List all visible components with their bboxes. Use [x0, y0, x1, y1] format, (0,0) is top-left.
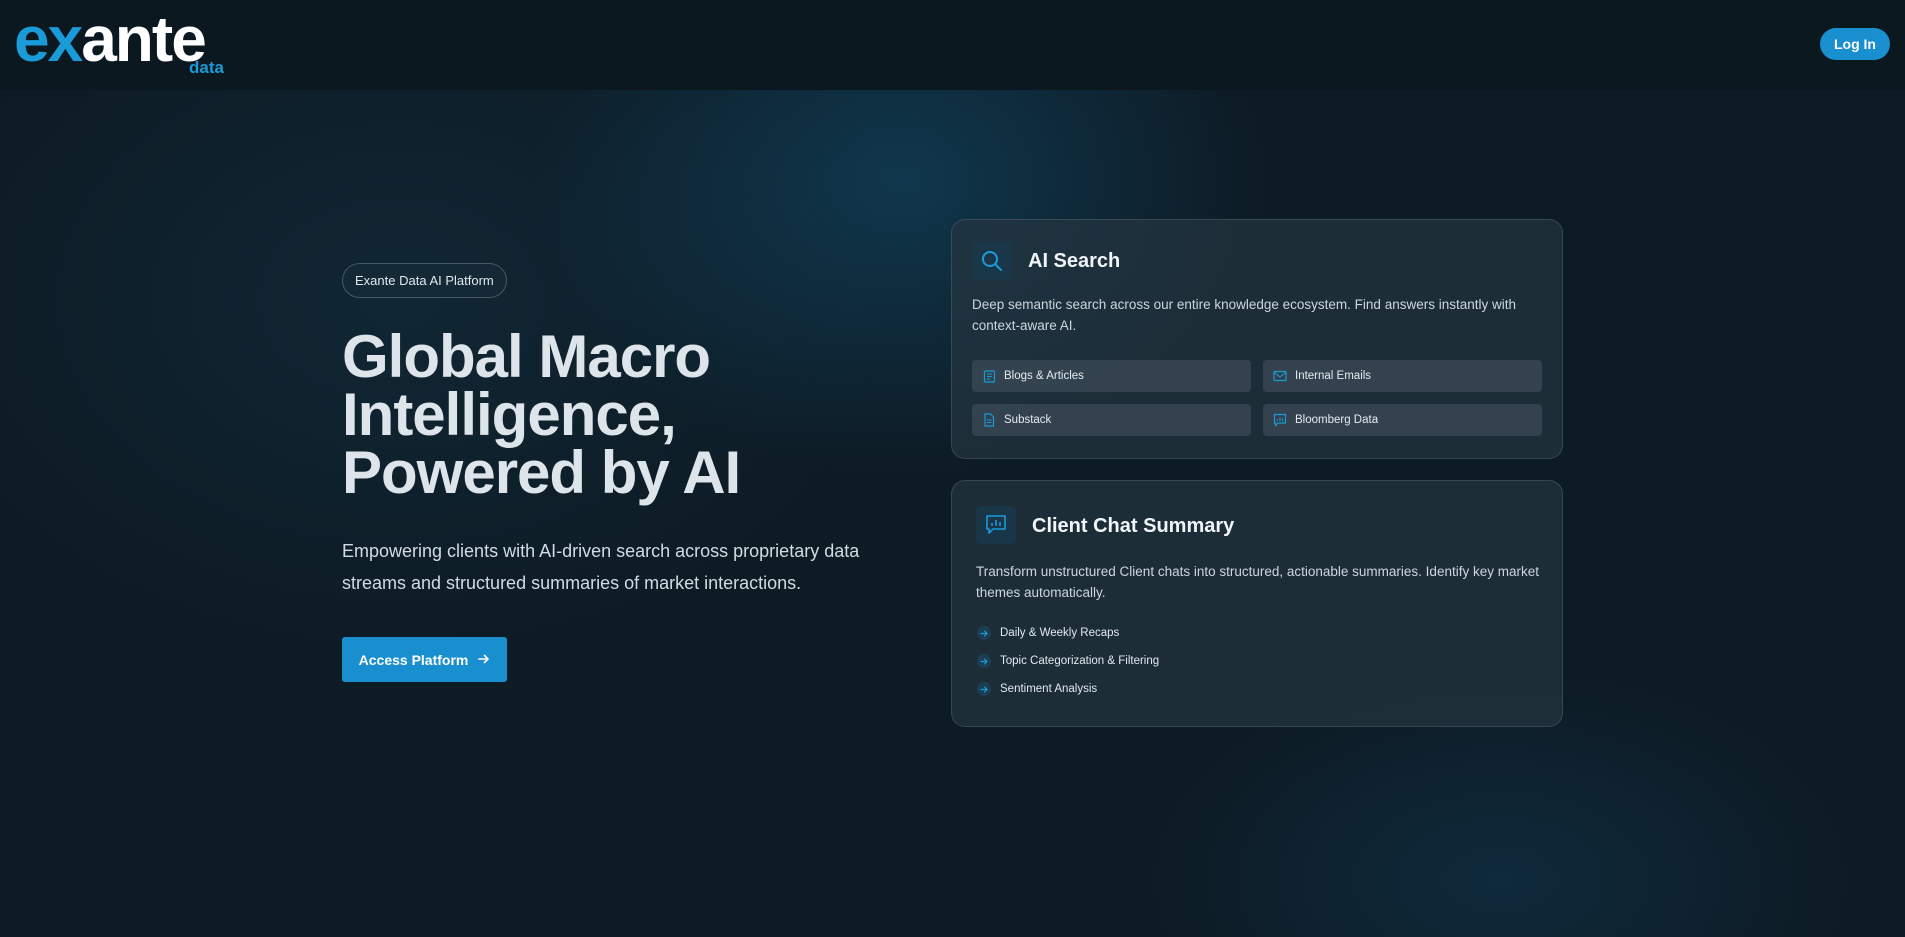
landing-page: exante data Log In Exante Data AI Platfo… [0, 0, 1905, 937]
feature-label: Sentiment Analysis [1000, 683, 1098, 695]
client-chat-summary-card: Client Chat Summary Transform unstructur… [951, 480, 1563, 727]
source-chip-label: Substack [1004, 414, 1052, 426]
source-chip-blogs[interactable]: Blogs & Articles [972, 360, 1251, 392]
source-chip-bloomberg[interactable]: Bloomberg Data [1263, 404, 1542, 436]
client-chat-description: Transform unstructured Client chats into… [976, 564, 1539, 600]
chat-chart-icon [976, 506, 1016, 544]
hero-title-line: Powered by AI [342, 439, 741, 506]
client-chat-title: Client Chat Summary [1032, 515, 1235, 537]
logo-subtext: data [189, 58, 224, 77]
hero-title-line: Intelligence, [342, 381, 677, 448]
feature-item: Daily & Weekly Recaps [977, 626, 1119, 640]
article-icon [982, 369, 996, 383]
logo-wordmark: exante [14, 3, 207, 75]
source-chip-label: Blogs & Articles [1004, 370, 1084, 382]
feature-label: Topic Categorization & Filtering [1000, 655, 1160, 667]
arrow-right-icon [977, 682, 991, 696]
exante-data-logo[interactable]: exante data [14, 4, 224, 78]
arrow-right-icon [478, 652, 490, 668]
source-chip-label: Bloomberg Data [1295, 414, 1379, 426]
ai-search-title: AI Search [1028, 250, 1121, 272]
access-platform-label: Access Platform [358, 651, 469, 668]
source-chip-emails[interactable]: Internal Emails [1263, 360, 1542, 392]
source-chip-substack[interactable]: Substack [972, 404, 1251, 436]
access-platform-button[interactable]: Access Platform [342, 637, 507, 682]
chart-message-icon [1273, 413, 1287, 427]
feature-label: Daily & Weekly Recaps [1000, 627, 1120, 639]
ai-search-description: Deep semantic search across our entire k… [972, 297, 1516, 333]
hero-title-line: Global Macro [342, 323, 711, 390]
source-chip-label: Internal Emails [1295, 370, 1372, 382]
arrow-right-icon [977, 654, 991, 668]
hero-description: Empowering clients with AI-driven search… [342, 541, 860, 593]
feature-item: Sentiment Analysis [977, 682, 1097, 696]
login-button[interactable]: Log In [1820, 28, 1890, 60]
arrow-right-icon [977, 626, 991, 640]
ai-search-card: AI Search Deep semantic search across ou… [951, 219, 1563, 459]
mail-icon [1273, 369, 1287, 383]
feature-item: Topic Categorization & Filtering [977, 654, 1159, 668]
hero-title: Global Macro Intelligence, Powered by AI [342, 323, 902, 506]
document-icon [982, 413, 996, 427]
search-icon [972, 242, 1012, 280]
platform-badge: Exante Data AI Platform [342, 263, 507, 298]
top-header: exante data Log In [0, 0, 1905, 90]
